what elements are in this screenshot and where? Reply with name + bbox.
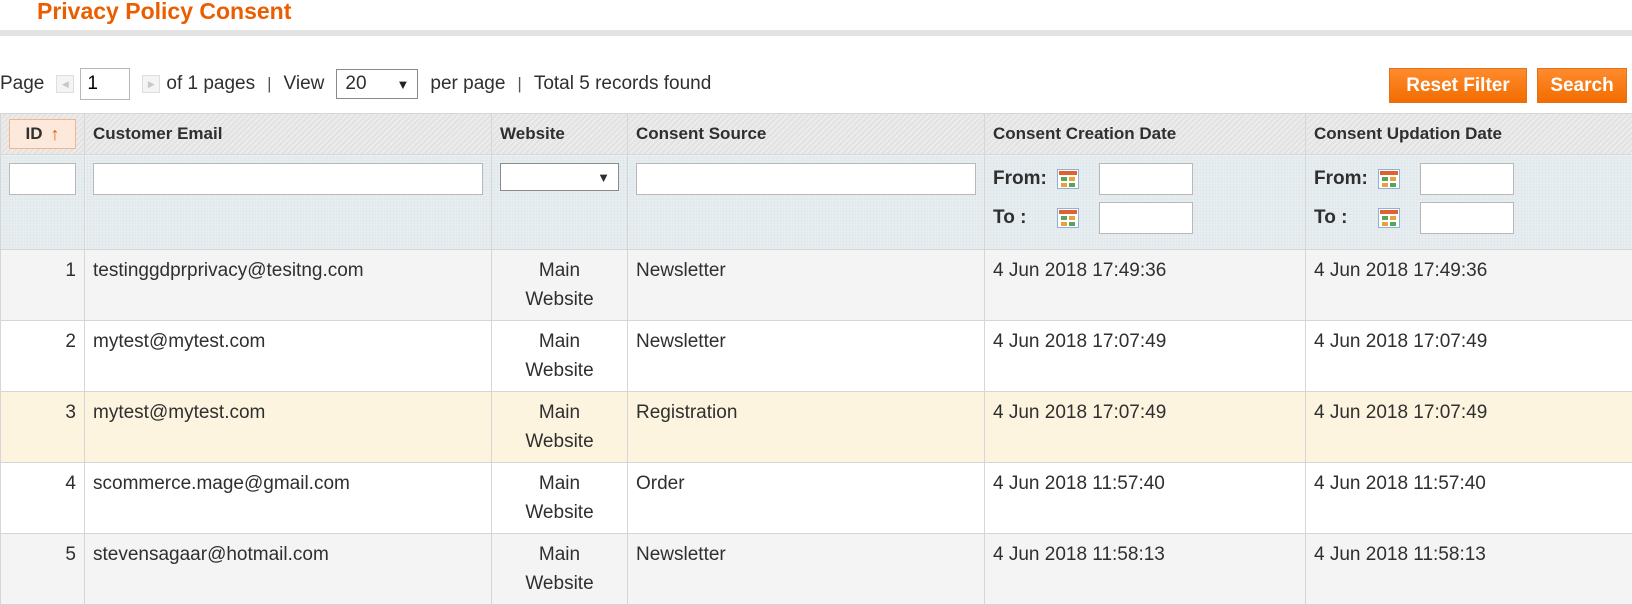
cell-updated: 4 Jun 2018 17:49:36 [1306,250,1632,321]
cell-created: 4 Jun 2018 17:49:36 [985,250,1306,321]
updated-from-row: From: [1314,163,1624,195]
cell-website: MainWebsite [492,392,628,463]
prev-page-icon[interactable]: ◀ [56,75,74,93]
table-row[interactable]: 1 testinggdprprivacy@tesitng.com MainWeb… [1,250,1632,321]
cell-website: MainWebsite [492,250,628,321]
cell-id: 2 [1,321,85,392]
column-header-source[interactable]: Consent Source [628,114,985,155]
created-from-input[interactable] [1099,163,1193,195]
cell-id: 4 [1,463,85,534]
column-header-label: ID [26,124,43,144]
cell-website: MainWebsite [492,534,628,605]
cell-email: scommerce.mage@gmail.com [85,463,492,534]
cell-id: 1 [1,250,85,321]
cell-source: Registration [628,392,985,463]
calendar-icon[interactable] [1057,169,1079,189]
to-label: To : [993,207,1033,229]
per-page-label: per page [430,73,505,95]
cell-updated: 4 Jun 2018 17:07:49 [1306,321,1632,392]
updated-to-row: To : [1314,202,1624,234]
cell-website: MainWebsite [492,321,628,392]
cell-updated: 4 Jun 2018 11:57:40 [1306,463,1632,534]
calendar-icon[interactable] [1057,208,1079,228]
created-to-input[interactable] [1099,202,1193,234]
cell-email: stevensagaar@hotmail.com [85,534,492,605]
page-label: Page [0,73,44,95]
search-button[interactable]: Search [1537,68,1627,103]
from-label: From: [993,168,1033,190]
id-filter-input[interactable] [9,163,76,195]
cell-email: mytest@mytest.com [85,392,492,463]
calendar-icon[interactable] [1378,169,1400,189]
table-row[interactable]: 5 stevensagaar@hotmail.com MainWebsite N… [1,534,1632,605]
cell-website: MainWebsite [492,463,628,534]
created-from-row: From: [993,163,1297,195]
cell-id: 3 [1,392,85,463]
cell-updated: 4 Jun 2018 17:07:49 [1306,392,1632,463]
cell-source: Newsletter [628,250,985,321]
column-header-website[interactable]: Website [492,114,628,155]
cell-email: testinggdprprivacy@tesitng.com [85,250,492,321]
cell-created: 4 Jun 2018 17:07:49 [985,321,1306,392]
filter-row: ▼ From: To : From: To : [1,155,1632,250]
cell-id: 5 [1,534,85,605]
title-divider [0,30,1632,36]
sort-asc-icon: ↑ [51,124,60,145]
cell-updated: 4 Jun 2018 11:58:13 [1306,534,1632,605]
updated-from-input[interactable] [1420,163,1514,195]
per-page-select[interactable]: 20 ▼ [336,69,418,99]
column-header-id[interactable]: ID ↑ [1,114,85,155]
total-records: Total 5 records found [534,73,711,95]
table-row[interactable]: 3 mytest@mytest.com MainWebsite Registra… [1,392,1632,463]
page-number-input[interactable] [80,68,130,100]
cell-source: Newsletter [628,321,985,392]
to-label: To : [1314,207,1354,229]
email-filter-input[interactable] [93,163,483,195]
of-pages-text: of 1 pages [166,73,255,95]
created-to-row: To : [993,202,1297,234]
cell-email: mytest@mytest.com [85,321,492,392]
column-header-email[interactable]: Customer Email [85,114,492,155]
from-label: From: [1314,168,1354,190]
cell-created: 4 Jun 2018 17:07:49 [985,392,1306,463]
chevron-down-icon: ▼ [597,170,610,185]
pager: Page ◀ ▶ of 1 pages | View 20 ▼ per page… [0,68,711,100]
per-page-value: 20 [345,73,366,95]
cell-source: Order [628,463,985,534]
cell-created: 4 Jun 2018 11:58:13 [985,534,1306,605]
website-filter-select[interactable]: ▼ [500,163,619,191]
table-row[interactable]: 2 mytest@mytest.com MainWebsite Newslett… [1,321,1632,392]
separator: | [267,74,271,94]
column-header-created[interactable]: Consent Creation Date [985,114,1306,155]
view-label: View [284,73,325,95]
column-header-updated[interactable]: Consent Updation Date [1306,114,1632,155]
grid-header-row: ID ↑ Customer Email Website Consent Sour… [1,114,1632,155]
calendar-icon[interactable] [1378,208,1400,228]
table-row[interactable]: 4 scommerce.mage@gmail.com MainWebsite O… [1,463,1632,534]
source-filter-input[interactable] [636,163,976,195]
chevron-down-icon: ▼ [397,77,410,92]
consent-grid: ID ↑ Customer Email Website Consent Sour… [0,113,1632,605]
page-title: Privacy Policy Consent [37,0,291,26]
separator: | [517,74,521,94]
cell-created: 4 Jun 2018 11:57:40 [985,463,1306,534]
reset-filter-button[interactable]: Reset Filter [1389,68,1527,103]
cell-source: Newsletter [628,534,985,605]
next-page-icon[interactable]: ▶ [142,75,160,93]
updated-to-input[interactable] [1420,202,1514,234]
